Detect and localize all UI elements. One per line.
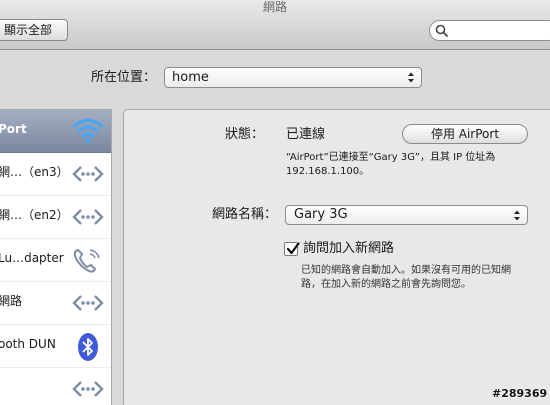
ask-join-description-line: 已知的網路會自動加入。如果沒有可用的已知網 <box>301 265 511 276</box>
service-label: 網…（en3） <box>0 165 69 179</box>
ethernet-icon <box>72 166 104 182</box>
search-input[interactable] <box>429 20 550 41</box>
service-label: 網路 <box>0 294 23 308</box>
window-title: 網路 <box>262 0 287 14</box>
service-label: 網…（en2） <box>0 208 69 222</box>
service-list[interactable]: Port 網…（en3） 網…（en2） Lu…dapter 網路 ooth D… <box>0 109 112 405</box>
stepper-arrows-icon <box>408 72 414 83</box>
network-name-label: 網路名稱： <box>212 207 278 222</box>
status-description-line: “AirPort”已連接至“Gary 3G”，且其 IP 位址為 <box>286 152 496 163</box>
service-item-network[interactable]: 網路 <box>0 282 111 325</box>
service-item-modem-adapter[interactable]: Lu…dapter <box>0 239 111 282</box>
ask-join-checkbox[interactable] <box>284 242 300 256</box>
service-item-bluetooth-dun[interactable]: ooth DUN <box>0 325 111 368</box>
ask-join-description-line: 路，在加入新的網路之前會先詢問您。 <box>301 279 471 290</box>
status-description-line: 192.168.1.100。 <box>286 166 370 177</box>
ethernet-icon <box>72 295 104 311</box>
service-item-ethernet-en3[interactable]: 網…（en3） <box>0 153 111 196</box>
ethernet-icon <box>72 209 104 225</box>
watermark: #289369 <box>492 387 548 400</box>
stepper-arrows-icon <box>514 210 520 221</box>
location-label: 所在位置： <box>91 70 157 85</box>
toolbar: 網路 顯示全部 <box>0 0 550 50</box>
service-label: Port <box>0 122 27 136</box>
ask-join-label[interactable]: 詢問加入新網路 <box>303 241 394 257</box>
network-name-select[interactable]: Gary 3G <box>285 205 528 225</box>
phone-modem-icon <box>73 248 100 273</box>
location-select[interactable]: home <box>164 67 422 88</box>
service-item-airport[interactable]: Port <box>0 110 111 153</box>
service-item-ethernet-en2[interactable]: 網…（en2） <box>0 196 111 239</box>
service-label: ooth DUN <box>0 337 56 351</box>
status-description: “AirPort”已連接至“Gary 3G”，且其 IP 位址為 192.168… <box>286 151 536 179</box>
service-label: Lu…dapter <box>0 251 64 265</box>
service-item-other[interactable] <box>0 368 111 405</box>
status-value: 已連線 <box>286 127 326 142</box>
location-value: home <box>172 70 209 85</box>
turn-airport-off-button[interactable]: 停用 AirPort <box>402 124 528 144</box>
ethernet-icon <box>72 381 104 397</box>
wifi-icon <box>72 118 104 144</box>
checkmark-icon <box>286 242 300 255</box>
search-icon <box>435 24 449 38</box>
bluetooth-icon <box>78 333 98 361</box>
status-label: 狀態： <box>225 127 265 142</box>
network-name-value: Gary 3G <box>294 207 348 222</box>
show-all-button[interactable]: 顯示全部 <box>0 19 68 41</box>
ask-join-description: 已知的網路會自動加入。如果沒有可用的已知網 路，在加入新的網路之前會先詢問您。 <box>301 264 550 292</box>
